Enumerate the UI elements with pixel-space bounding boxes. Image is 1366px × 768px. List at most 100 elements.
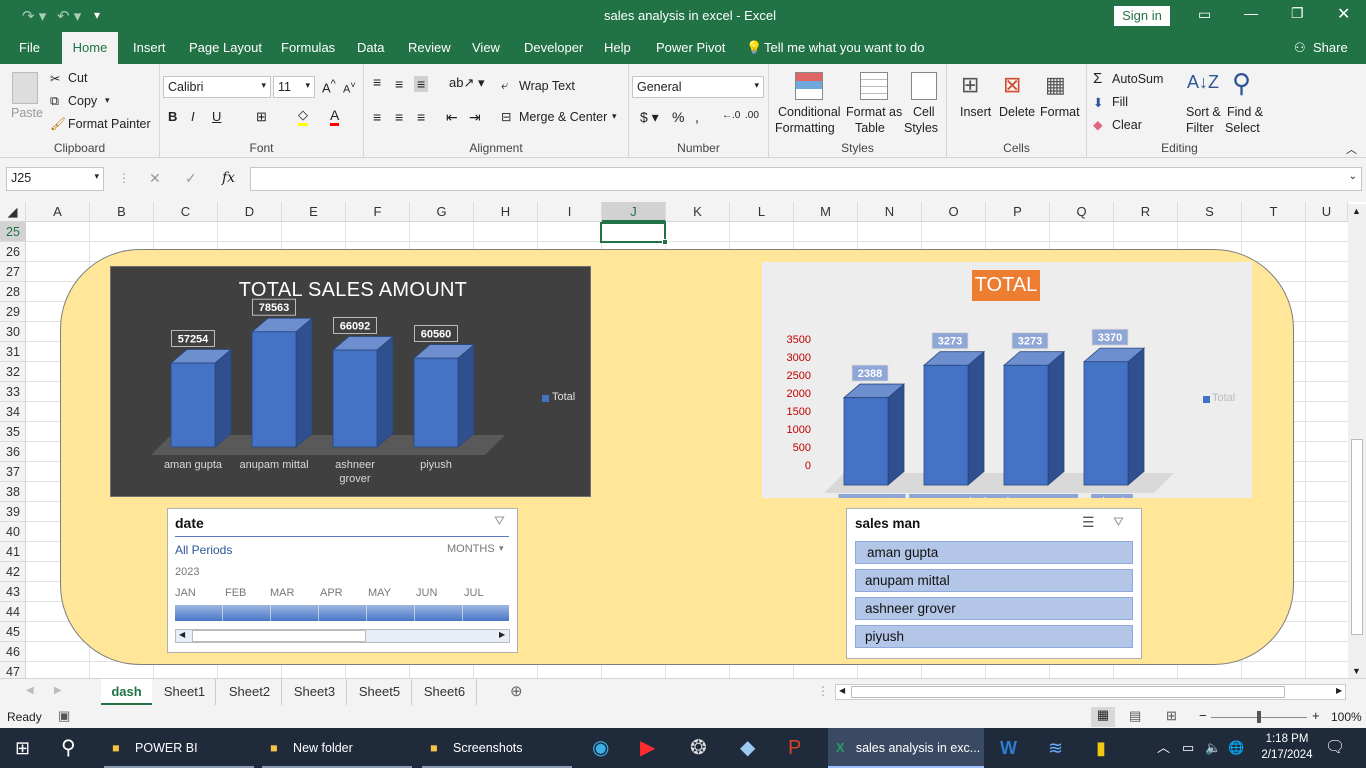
hscroll-left-icon[interactable]: ◀ [839,686,845,695]
percent-icon[interactable]: % [672,109,684,125]
month-label[interactable]: MAR [270,587,294,599]
fill-icon[interactable]: ⬇ [1093,95,1103,110]
tab-view[interactable]: View [472,32,500,64]
zoom-out-icon[interactable]: − [1199,708,1207,723]
power-bi-icon[interactable]: ▮ [1096,728,1106,768]
align-top-icon[interactable]: ≡ [373,74,381,90]
prev-sheet-icon[interactable]: ◀ [26,685,34,696]
tab-split-handle[interactable]: ⋮ [817,684,829,698]
column-header-M[interactable]: M [794,202,858,222]
scroll-up-icon[interactable]: ▲ [1352,206,1361,216]
format-painter-icon[interactable]: 🖌 [50,117,66,132]
sheet-tab-sheet6[interactable]: Sheet6 [413,679,477,705]
search-icon[interactable]: ⚲ [61,728,76,768]
column-header-U[interactable]: U [1306,202,1348,222]
add-sheet-icon[interactable]: ⊕ [510,682,523,700]
tab-power-pivot[interactable]: Power Pivot [656,32,725,64]
vertical-scrollbar[interactable]: ▲ ▼ [1348,204,1366,678]
delete-cells-button[interactable]: Delete [999,105,1035,119]
increase-indent-icon[interactable]: ⇥ [469,109,481,126]
currency-icon[interactable]: $ ▾ [640,109,659,126]
insert-function-icon[interactable]: fx [222,170,235,186]
tab-data[interactable]: Data [357,32,384,64]
cut-button[interactable]: Cut [68,71,87,85]
language-icon[interactable]: 🌐 [1228,728,1244,768]
sheet-tab-dash[interactable]: dash [101,679,152,705]
date-timeline-slicer[interactable]: date ⛛ All Periods MONTHS ▾ 2023 JAN FEB… [167,508,518,653]
tab-file[interactable]: File [19,32,40,64]
row-header[interactable]: 31 [0,342,25,362]
column-header-N[interactable]: N [858,202,922,222]
multi-select-icon[interactable]: ☰ [1082,514,1095,531]
format-cells-button[interactable]: Format [1040,105,1080,119]
scroll-right-icon[interactable]: ▶ [499,630,505,639]
font-size-select[interactable]: 11 ▾ [273,76,315,98]
time-level-dropdown[interactable]: MONTHS [447,543,495,555]
wrap-text-button[interactable]: Wrap Text [519,79,575,93]
conditional-formatting-label-2[interactable]: Formatting [775,121,835,135]
enter-icon[interactable]: ✓ [185,170,197,187]
column-header-Q[interactable]: Q [1050,202,1114,222]
align-middle-icon[interactable]: ≡ [395,76,403,92]
row-header[interactable]: 41 [0,542,25,562]
formula-input[interactable]: ⌄ [250,167,1362,191]
taskbar-app-excel[interactable]: X sales analysis in exc... [828,728,984,768]
insert-cells-icon[interactable]: ⊞ [961,72,979,98]
decrease-decimal-icon[interactable]: .00 [745,110,759,121]
cell-styles-icon[interactable] [911,72,937,100]
column-header-G[interactable]: G [410,202,474,222]
delete-cells-icon[interactable]: ⊠ [1003,72,1021,98]
column-header-L[interactable]: L [730,202,794,222]
slicer-item[interactable]: piyush [855,625,1133,648]
undo-icon[interactable]: ↶ ▾ [57,7,81,25]
clear-filter-icon[interactable]: ⛛ [1113,514,1124,530]
align-bottom-icon[interactable]: ≡ [414,76,429,92]
taskbar-app-new-folder[interactable]: ■ New folder [262,728,412,768]
sales-man-slicer[interactable]: sales man ☰ ⛛ aman gupta anupam mittal a… [846,508,1142,659]
column-header-D[interactable]: D [218,202,282,222]
slicer-item[interactable]: aman gupta [855,541,1133,564]
scroll-down-icon[interactable]: ▼ [1352,666,1361,676]
align-left-icon[interactable]: ≡ [373,109,381,125]
italic-icon[interactable]: I [191,109,195,124]
vertical-scroll-thumb[interactable] [1351,439,1363,635]
row-header[interactable]: 29 [0,302,25,322]
horizontal-scrollbar[interactable]: ◀ ▶ [835,684,1346,700]
month-label[interactable]: APR [320,587,343,599]
clear-filter-icon[interactable]: ⛛ [494,513,505,529]
clear-button[interactable]: Clear [1112,118,1142,132]
align-right-icon[interactable]: ≡ [417,109,425,125]
orientation-icon[interactable]: ab↗ ▾ [449,75,485,91]
sort-filter-button[interactable]: Sort & [1186,105,1221,119]
autosum-icon[interactable]: Σ [1093,70,1102,87]
select-all-corner[interactable]: ◢ [0,202,26,222]
month-label[interactable]: JUN [416,587,437,599]
page-break-view-icon[interactable]: ⊞ [1166,708,1177,724]
clear-icon[interactable]: ◆ [1093,117,1103,132]
zoom-slider-thumb[interactable] [1257,711,1261,723]
column-header-F[interactable]: F [346,202,410,222]
sheet-tab-sheet2[interactable]: Sheet2 [218,679,282,705]
timeline-bar[interactable] [175,605,509,621]
column-header-T[interactable]: T [1242,202,1306,222]
close-icon[interactable]: ✕ [1337,4,1350,24]
sign-in-button[interactable]: Sign in [1114,6,1170,26]
macro-record-icon[interactable]: ▣ [58,708,70,724]
column-header-O[interactable]: O [922,202,986,222]
underline-icon[interactable]: U [212,109,221,124]
word-icon[interactable]: W [1000,728,1017,768]
tab-formulas[interactable]: Formulas [281,32,335,64]
ribbon-display-icon[interactable]: ▭ [1198,6,1211,23]
row-header[interactable]: 47 [0,662,25,678]
month-label[interactable]: JUL [464,587,484,599]
worksheet-grid[interactable]: TOTAL SALES AMOUNT 57254 aman gupta 78563 a… [26,222,1348,678]
column-header-P[interactable]: P [986,202,1050,222]
row-header[interactable]: 44 [0,602,25,622]
sheet-tab-sheet1[interactable]: Sheet1 [154,679,216,705]
row-header[interactable]: 43 [0,582,25,602]
row-header[interactable]: 39 [0,502,25,522]
taskbar-app-power-bi[interactable]: ■ POWER BI [104,728,254,768]
row-header[interactable]: 33 [0,382,25,402]
merge-icon[interactable]: ⊟ [501,109,511,124]
format-cells-icon[interactable]: ▦ [1045,72,1066,98]
